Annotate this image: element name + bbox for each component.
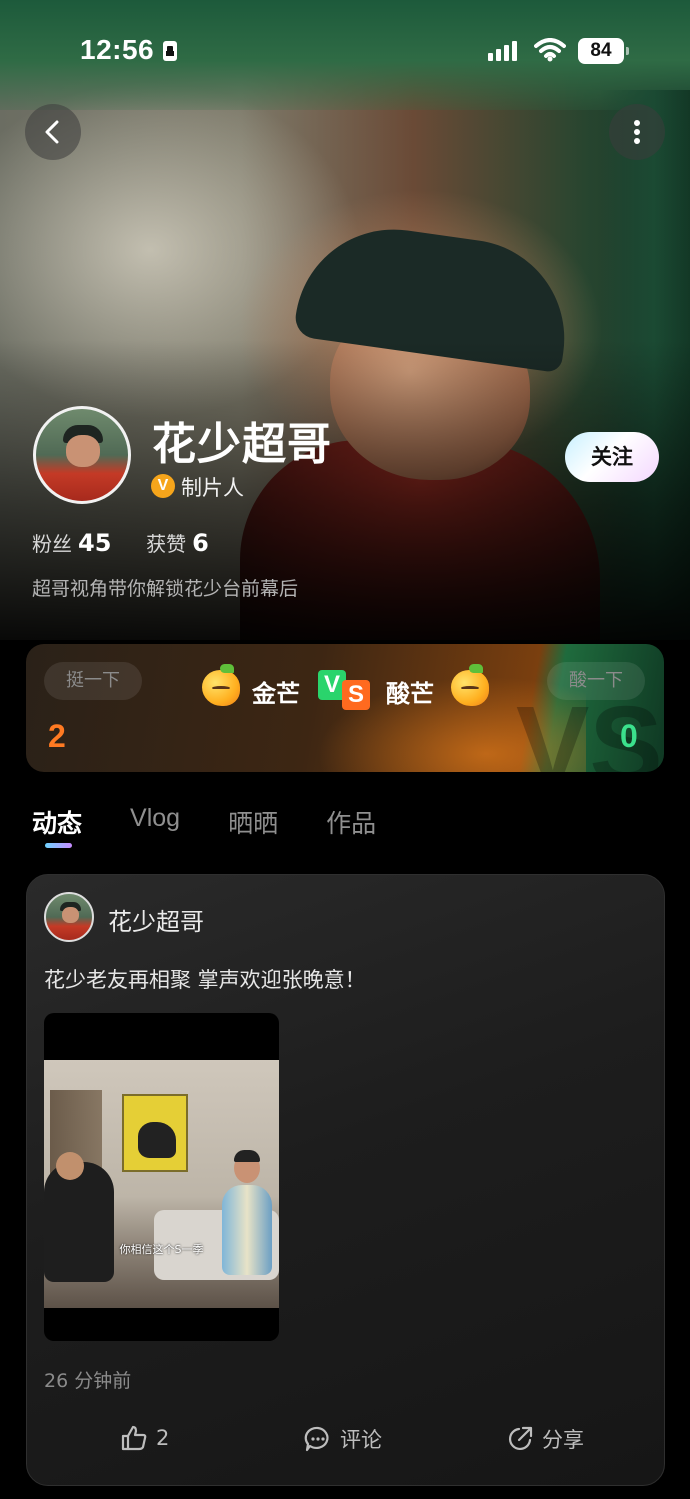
content-tabs: 动态 Vlog 晒晒 作品	[32, 804, 424, 848]
follow-button[interactable]: 关注	[565, 432, 659, 482]
share-icon	[508, 1426, 533, 1451]
wifi-icon	[534, 38, 566, 66]
profile-name: 花少超哥	[152, 419, 332, 470]
vs-s-letter: S	[342, 680, 370, 710]
video-subtitle: 你相信这个S一季	[119, 1243, 204, 1256]
post-text: 花少老友再相聚 掌声欢迎张晚意！	[44, 968, 366, 992]
active-tab-indicator	[45, 843, 72, 848]
post-author-avatar[interactable]	[44, 892, 94, 942]
like-button[interactable]: 2	[120, 1424, 169, 1452]
post-author-name[interactable]: 花少超哥	[108, 902, 204, 937]
more-options-button[interactable]	[609, 104, 665, 160]
tab-works[interactable]: 作品	[326, 804, 376, 848]
battery-indicator: 84	[578, 38, 629, 64]
profile-page: 12:56 84 花少超哥 V 制片人 关注 粉丝 45 获赞 6 超哥视角带你…	[0, 0, 690, 1499]
post-video-thumbnail[interactable]: 你相信这个S一季	[44, 1013, 279, 1341]
profile-avatar[interactable]	[33, 406, 131, 504]
thumbs-up-icon	[121, 1425, 147, 1451]
share-button[interactable]: 分享	[506, 1424, 584, 1454]
status-time: 12:56	[80, 34, 155, 65]
comment-label: 评论	[340, 1428, 382, 1452]
like-count: 2	[156, 1426, 170, 1450]
verified-badge-icon: V	[151, 474, 175, 498]
mango-angry-icon	[451, 664, 489, 706]
fans-label: 粉丝	[32, 532, 72, 556]
vs-watermark: VS	[516, 684, 663, 773]
profile-bio: 超哥视角带你解锁花少台前幕后	[32, 578, 299, 600]
right-score: 0	[620, 718, 638, 754]
tab-dynamics[interactable]: 动态	[32, 804, 82, 848]
tab-share[interactable]: 晒晒	[228, 804, 278, 848]
mango-happy-icon	[202, 664, 240, 706]
likes-label: 获赞	[146, 532, 187, 556]
sour-button[interactable]: 酸一下	[547, 662, 645, 700]
left-score: 2	[48, 718, 66, 754]
back-button[interactable]	[25, 104, 81, 160]
comment-button[interactable]: 评论	[304, 1424, 382, 1454]
cellular-signal-icon	[488, 40, 524, 66]
vs-left-label: 金芒	[252, 680, 300, 708]
likes-count: 6	[192, 529, 209, 557]
vs-right-label: 酸芒	[386, 680, 434, 708]
orientation-lock-icon	[162, 40, 178, 66]
tab-vlog[interactable]: Vlog	[130, 804, 180, 848]
share-label: 分享	[542, 1428, 584, 1452]
vs-voting-card: VS 挺一下 酸一下 金芒 V S 酸芒 2 0	[26, 644, 664, 772]
profile-role: 制片人	[181, 476, 244, 500]
support-button[interactable]: 挺一下	[44, 662, 142, 700]
fans-count[interactable]: 45	[78, 529, 111, 557]
post-timestamp: 26 分钟前	[44, 1370, 132, 1392]
more-vertical-icon	[634, 120, 640, 144]
comment-icon	[304, 1426, 329, 1452]
profile-stats: 粉丝 45 获赞 6	[32, 528, 209, 557]
chevron-left-icon	[45, 120, 59, 144]
